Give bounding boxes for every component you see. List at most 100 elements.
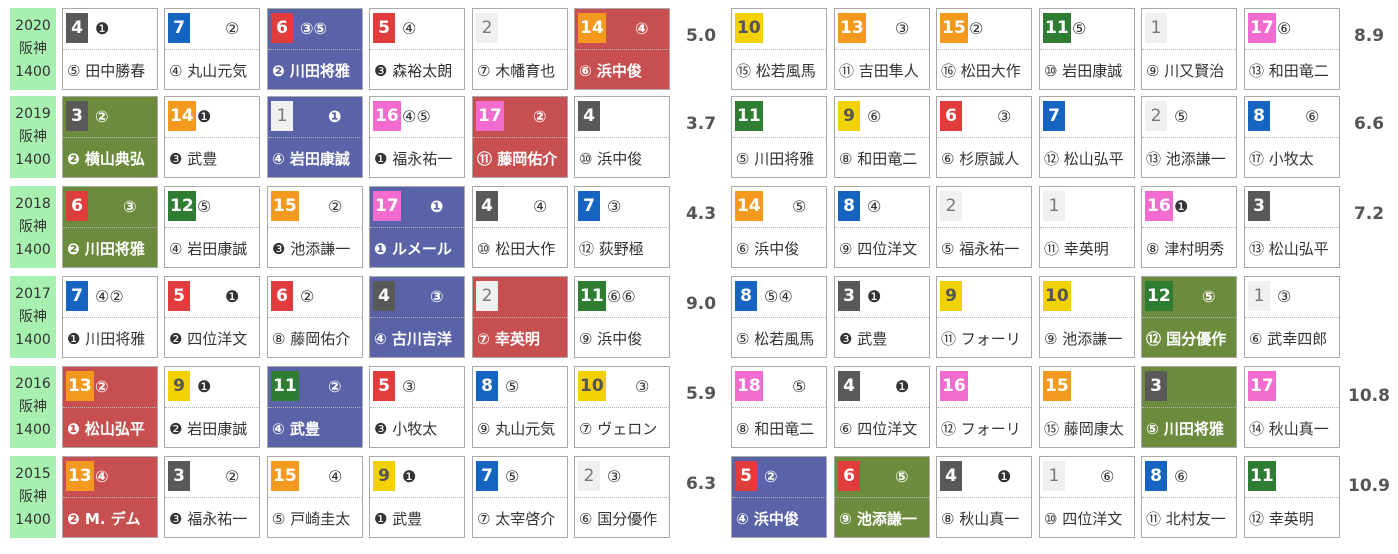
entry-cell[interactable]: 8⑤ ⑨ 丸山元気 (472, 366, 568, 448)
entry-cell[interactable]: 14 ④ ⑥ 浜中俊 (574, 8, 670, 90)
entry-cell[interactable]: 15 ② ⑯ 松田大作 (936, 8, 1032, 90)
entry-cell[interactable]: 6② ⑧ 藤岡佑介 (267, 276, 363, 358)
entry-cell[interactable]: 7 ⑫ 松山弘平 (1039, 96, 1135, 178)
entry-cell[interactable]: 4③④ 古川吉洋 (369, 276, 465, 358)
entry-cell[interactable]: 11 ⑤ 川田将雅 (731, 96, 827, 178)
entry-cell[interactable]: 9❶ ❶ 武豊 (369, 456, 465, 538)
entry-cell[interactable]: 8⑥ ⑪ 北村友一 (1141, 456, 1237, 538)
entry-cell[interactable]: 2 ⑦ 幸英明 (472, 276, 568, 358)
position-mark: ② (225, 19, 240, 38)
entry-cell[interactable]: 9❶ ❷ 岩田康誠 (164, 366, 260, 448)
jockey-name: ⑨ 池添謙一 (1044, 330, 1123, 348)
entry-cell[interactable]: 16 ❶ ⑧ 津村明秀 (1141, 186, 1237, 268)
jockey-name: ⑩ 松田大作 (477, 240, 556, 258)
cell-divider (1142, 317, 1236, 318)
entry-cell[interactable]: 8⑥⑰ 小牧太 (1244, 96, 1340, 178)
entry-cell[interactable]: 11 ⑫ 幸英明 (1244, 456, 1340, 538)
entry-cell[interactable]: 2⑤ ⑬ 池添謙一 (1141, 96, 1237, 178)
entry-cell[interactable]: 8④ ⑨ 四位洋文 (834, 186, 930, 268)
position-mark: ⑤ (1072, 19, 1087, 38)
popularity-badge: 5 (735, 461, 757, 491)
entry-cell[interactable]: 17 ⑭ 秋山真一 (1244, 366, 1340, 448)
entry-cell[interactable]: 4❶ ⑤ 田中勝春 (62, 8, 158, 90)
entry-cell[interactable]: 16 ⑫ フォーリ (936, 366, 1032, 448)
jockey-name: ⑨ 川又賢治 (1146, 62, 1225, 80)
popularity-badge: 4 (838, 371, 860, 401)
popularity-badge: 14 (735, 191, 763, 221)
entry-cell[interactable]: 6⑤⑨ 池添謙一 (834, 456, 930, 538)
entry-cell[interactable]: 1⑥⑩ 四位洋文 (1039, 456, 1135, 538)
jockey-name: ❷ 岩田康誠 (169, 420, 248, 438)
year-label: 2020 阪神 1400 (10, 8, 56, 90)
entry-cell[interactable]: 2③ ⑥ 国分優作 (574, 456, 670, 538)
popularity-badge: 17 (1248, 13, 1276, 43)
entry-cell[interactable]: 4❶⑥ 四位洋文 (834, 366, 930, 448)
position-mark: ③ (997, 107, 1012, 126)
entry-cell[interactable]: 3 ⑬ 松山弘平 (1244, 186, 1340, 268)
entry-cell[interactable]: 7 ④② ❶ 川田将雅 (62, 276, 158, 358)
entry-cell[interactable]: 3②❸ 福永祐一 (164, 456, 260, 538)
entry-cell[interactable]: 7⑤ ⑦ 太宰啓介 (472, 456, 568, 538)
entry-cell[interactable]: 8 ⑤④ ⑤ 松若風馬 (731, 276, 827, 358)
entry-cell[interactable]: 10 ⑮ 松若風馬 (731, 8, 827, 90)
entry-cell[interactable]: 4❶⑧ 秋山真一 (936, 456, 1032, 538)
entry-cell[interactable]: 1❶④ 岩田康誠 (267, 96, 363, 178)
entry-cell[interactable]: 11 ⑥⑥ ⑨ 浜中俊 (574, 276, 670, 358)
popularity-badge: 17 (1248, 371, 1276, 401)
entry-cell[interactable]: 13 ③ ⑪ 吉田隼人 (834, 8, 930, 90)
entry-cell[interactable]: 9⑥ ⑧ 和田竜二 (834, 96, 930, 178)
entry-cell[interactable]: 13 ④ ❷ M. デム (62, 456, 158, 538)
entry-cell[interactable]: 14 ⑤ ⑥ 浜中俊 (731, 186, 827, 268)
entry-cell[interactable]: 10 ③ ⑦ ヴェロン (574, 366, 670, 448)
entry-cell[interactable]: 5③ ❸ 小牧太 (369, 366, 465, 448)
distance-text: 1400 (15, 151, 51, 168)
entry-cell[interactable]: 7②④ 丸山元気 (164, 8, 260, 90)
popularity-badge: 15 (271, 461, 299, 491)
entry-cell[interactable]: 14 ❶ ❸ 武豊 (164, 96, 260, 178)
jockey-name: ⑥ 杉原誠人 (941, 150, 1020, 168)
entry-cell[interactable]: 15 ⑮ 藤岡康太 (1039, 366, 1135, 448)
entry-top: 17 ⑥ (1245, 9, 1339, 49)
entry-top: 14 ④ (575, 9, 669, 49)
entry-cell[interactable]: 11 ② ④ 武豊 (267, 366, 363, 448)
entry-cell[interactable]: 9 ⑪ フォーリ (936, 276, 1032, 358)
entry-cell[interactable]: 4④⑩ 松田大作 (472, 186, 568, 268)
entry-cell[interactable]: 6③❷ 川田将雅 (62, 186, 158, 268)
cell-divider (165, 227, 259, 228)
entry-cell[interactable]: 10 ⑨ 池添謙一 (1039, 276, 1135, 358)
entry-cell[interactable]: 17 ❶ ❶ ルメール (369, 186, 465, 268)
entry-cell[interactable]: 11 ⑤ ⑩ 岩田康誠 (1039, 8, 1135, 90)
entry-cell[interactable]: 15 ④ ⑤ 戸崎圭太 (267, 456, 363, 538)
entry-cell[interactable]: 1③ ⑥ 武幸四郎 (1244, 276, 1340, 358)
entry-cell[interactable]: 5❶❷ 四位洋文 (164, 276, 260, 358)
entry-top: 2③ (575, 457, 669, 497)
entry-cell[interactable]: 3② ❷ 横山典弘 (62, 96, 158, 178)
popularity-badge: 6 (838, 461, 860, 491)
entry-cell[interactable]: 2 ⑤ 福永祐一 (936, 186, 1032, 268)
entry-cell[interactable]: 5④ ❸ 森裕太朗 (369, 8, 465, 90)
entry-cell[interactable]: 3❶ ❸ 武豊 (834, 276, 930, 358)
cell-divider (473, 49, 567, 50)
entry-cell[interactable]: 12 ⑤ ⑫ 国分優作 (1141, 276, 1237, 358)
entry-cell[interactable]: 18 ⑤ ⑧ 和田竜二 (731, 366, 827, 448)
entry-cell[interactable]: 16 ④⑤ ❶ 福永祐一 (369, 96, 465, 178)
jockey-name: ⑪ 北村友一 (1146, 510, 1226, 528)
entry-cell[interactable]: 5② ④ 浜中俊 (731, 456, 827, 538)
popularity-badge: 8 (1145, 461, 1167, 491)
entry-top: 6 ③⑤ (268, 9, 362, 49)
entry-cell[interactable]: 12 ⑤ ④ 岩田康誠 (164, 186, 260, 268)
entry-cell[interactable]: 6③⑥ 杉原誠人 (936, 96, 1032, 178)
entry-cell[interactable]: 2 ⑦ 木幡育也 (472, 8, 568, 90)
entry-cell[interactable]: 3 ⑤ 川田将雅 (1141, 366, 1237, 448)
entry-cell[interactable]: 17 ⑥ ⑬ 和田竜二 (1244, 8, 1340, 90)
entry-cell[interactable]: 15 ② ❸ 池添謙一 (267, 186, 363, 268)
entry-cell[interactable]: 1 ⑪ 幸英明 (1039, 186, 1135, 268)
popularity-badge: 8 (735, 281, 757, 311)
entry-cell[interactable]: 7③ ⑫ 荻野極 (574, 186, 670, 268)
position-mark: ③ (402, 377, 417, 396)
entry-cell[interactable]: 1 ⑨ 川又賢治 (1141, 8, 1237, 90)
entry-cell[interactable]: 6 ③⑤ ❷ 川田将雅 (267, 8, 363, 90)
entry-cell[interactable]: 4 ⑩ 浜中俊 (574, 96, 670, 178)
entry-cell[interactable]: 13 ② ❶ 松山弘平 (62, 366, 158, 448)
entry-cell[interactable]: 17 ② ⑪ 藤岡佑介 (472, 96, 568, 178)
